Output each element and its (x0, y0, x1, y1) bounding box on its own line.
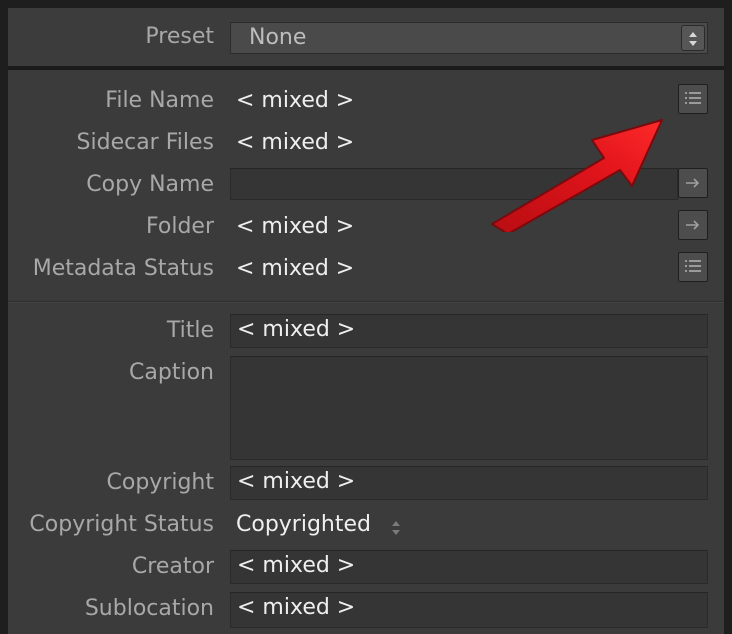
red-arrow-annotation (480, 112, 670, 236)
list-icon[interactable] (678, 84, 708, 114)
list-icon[interactable] (678, 252, 708, 282)
folder-value: < mixed > (236, 214, 355, 239)
caption-label: Caption (129, 360, 214, 385)
sidecar-files-value: < mixed > (236, 130, 355, 155)
sublocation-label: Sublocation (84, 596, 214, 621)
copy-name-label: Copy Name (86, 172, 214, 197)
section-divider-highlight (8, 302, 724, 303)
metadata-status-label: Metadata Status (32, 256, 214, 281)
creator-field[interactable]: < mixed > (230, 550, 708, 584)
preset-select[interactable]: None (230, 22, 708, 54)
metadata-status-value: < mixed > (236, 256, 355, 281)
copyright-label: Copyright (106, 470, 215, 495)
copyright-value: < mixed > (237, 469, 356, 494)
caption-field[interactable] (230, 356, 708, 460)
file-name-value: < mixed > (236, 88, 355, 113)
file-name-label: File Name (105, 88, 214, 113)
sublocation-field[interactable]: < mixed > (230, 592, 708, 628)
copyright-field[interactable]: < mixed > (230, 466, 708, 500)
sublocation-value: < mixed > (237, 595, 356, 620)
section-divider (8, 66, 724, 70)
creator-value: < mixed > (237, 553, 356, 578)
folder-label: Folder (146, 214, 214, 239)
sidecar-files-label: Sidecar Files (76, 130, 214, 155)
preset-label: Preset (145, 24, 214, 49)
title-label: Title (166, 318, 214, 343)
title-value: < mixed > (237, 317, 356, 342)
copyright-status-select[interactable]: Copyrighted (236, 512, 371, 537)
right-arrow-icon[interactable] (678, 210, 708, 240)
up-down-stepper-icon[interactable] (390, 519, 402, 541)
up-down-stepper-icon[interactable] (681, 25, 705, 51)
creator-label: Creator (131, 554, 214, 579)
preset-value: None (249, 25, 307, 50)
copyright-status-label: Copyright Status (29, 512, 214, 537)
right-arrow-icon[interactable] (678, 168, 708, 198)
title-field[interactable]: < mixed > (230, 314, 708, 348)
